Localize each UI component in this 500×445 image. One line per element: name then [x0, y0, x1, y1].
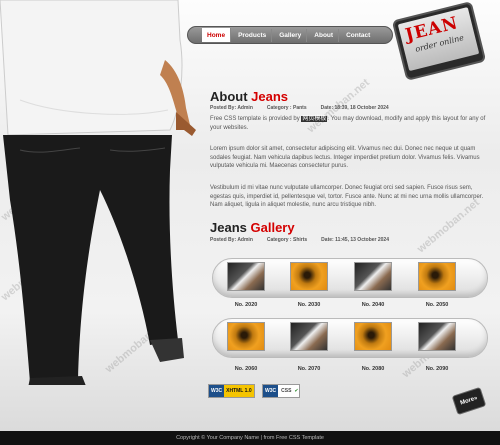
about-category: Category : Pants	[266, 105, 307, 111]
gallery-thumbnail[interactable]	[227, 262, 265, 291]
gallery-item-number: No. 2020	[234, 302, 258, 308]
about-paragraph-1: Free CSS template is provided by 网页模板. Y…	[210, 116, 486, 131]
about-paragraph-2: Lorem ipsum dolor sit amet, consectetur …	[210, 146, 480, 170]
gallery-item-number: No. 2080	[361, 366, 385, 372]
nav-item-about[interactable]: About	[309, 28, 340, 42]
css-badge[interactable]: W3C CSS ✔	[262, 384, 300, 398]
template-link[interactable]: 网页模板	[301, 116, 328, 122]
gallery-heading: Jeans Gallery	[210, 220, 295, 235]
main-nav: Home Products Gallery About Contact	[187, 26, 393, 44]
gallery-item-number: No. 2040	[361, 302, 385, 308]
gallery-item-number: No. 2030	[297, 302, 321, 308]
gallery-thumbnail[interactable]	[354, 262, 392, 291]
more-button[interactable]: More»	[451, 386, 487, 416]
gallery-meta: Posted By: Admin Category : Shirts Date:…	[210, 237, 389, 243]
nav-item-products[interactable]: Products	[233, 28, 273, 42]
gallery-thumbnail[interactable]	[418, 262, 456, 291]
gallery-thumbnail[interactable]	[290, 322, 328, 351]
gallery-item-number: No. 2050	[425, 302, 449, 308]
gallery-item-number: No. 2090	[425, 366, 449, 372]
page: webmoban.net webmoban.net webmoban.net w…	[0, 0, 500, 445]
gallery-thumbnail[interactable]	[354, 322, 392, 351]
site-logo[interactable]: JEAN order online	[391, 1, 487, 81]
gallery-category: Category : Shirts	[266, 237, 308, 243]
about-date: Date: 18:39, 18 October 2024	[320, 105, 389, 111]
xhtml-badge[interactable]: W3C XHTML 1.0	[208, 384, 255, 398]
footer-copyright: Copyright © Your Company Name | from Fre…	[0, 431, 500, 445]
gallery-thumbnail[interactable]	[290, 262, 328, 291]
nav-item-gallery[interactable]: Gallery	[274, 28, 308, 42]
gallery-date: Date: 11:45, 13 October 2024	[321, 237, 389, 243]
gallery-posted: Posted By: Admin	[210, 237, 253, 243]
gallery-thumbnail[interactable]	[227, 322, 265, 351]
nav-item-contact[interactable]: Contact	[341, 29, 375, 42]
about-posted: Posted By: Admin	[210, 105, 253, 111]
about-meta: Posted By: Admin Category : Pants Date: …	[210, 105, 389, 111]
nav-item-home[interactable]: Home	[202, 28, 232, 42]
gallery-thumbnail[interactable]	[418, 322, 456, 351]
about-paragraph-3: Vestibulum id mi vitae nunc vulputate ul…	[210, 185, 484, 209]
gallery-item-number: No. 2060	[234, 366, 258, 372]
about-heading: About Jeans	[210, 89, 289, 104]
gallery-item-number: No. 2070	[297, 366, 321, 372]
model-image	[0, 0, 196, 385]
